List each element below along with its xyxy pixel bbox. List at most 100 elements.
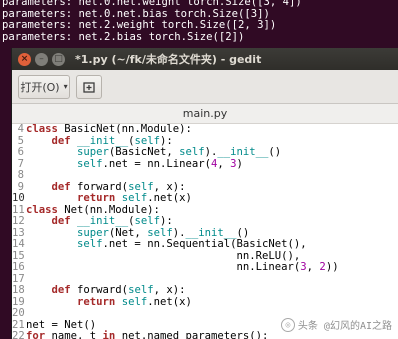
code-token: def	[51, 284, 71, 296]
code-token: return	[77, 295, 116, 308]
code-token: .net(x)	[147, 295, 192, 308]
code-text: nn.Linear(3, 2))	[26, 261, 339, 274]
code-line[interactable]: 7 self.net = nn.Linear(4, 3)	[12, 157, 398, 171]
code-token: nn.ReLU(),	[26, 249, 301, 262]
line-number: 22	[12, 330, 25, 339]
code-token: ()	[268, 146, 282, 158]
code-line[interactable]: 19 return self.net(x)	[12, 295, 398, 309]
code-token: self	[179, 146, 205, 158]
code-token: forward(	[70, 284, 129, 296]
terminal-line: parameters: net.2.bias torch.Size([2])	[2, 30, 245, 43]
code-token: , x):	[153, 180, 186, 193]
code-token: __init__	[77, 215, 129, 227]
code-token: nn.Linear(	[26, 261, 301, 273]
code-token: return	[77, 192, 116, 204]
watermark-logo-icon: ◎	[280, 317, 295, 332]
line-number: 8	[17, 169, 24, 181]
code-token: net.named_parameters():	[115, 330, 269, 339]
terminal-background: parameters: net.0.net.weight torch.Size(…	[0, 0, 398, 50]
line-number: 4	[17, 123, 24, 135]
gedit-window: × – □ *1.py (~/fk/未命名文件夹) - gedit 打开(O) …	[11, 48, 398, 339]
code-token: name, t	[45, 330, 103, 339]
code-token: ,	[217, 157, 231, 170]
code-token: self	[128, 284, 154, 296]
open-button[interactable]: 打开(O) ▾	[18, 74, 70, 99]
code-line[interactable]: 16 nn.Linear(3, 2))	[12, 261, 398, 274]
code-token: , x):	[153, 284, 186, 296]
watermark-text: 头条 @幻风的AI之路	[297, 321, 392, 332]
code-token: ()	[236, 226, 250, 239]
watermark: ◎ 头条 @幻风的AI之路	[280, 317, 392, 332]
code-token: .net = nn.Sequential(BasicNet(),	[102, 238, 307, 250]
code-editor[interactable]: 4 class BasicNet(nn.Module): 5 def __init_…	[12, 123, 398, 339]
window-titlebar[interactable]: × – □ *1.py (~/fk/未命名文件夹) - gedit	[12, 48, 398, 70]
code-token: (BasicNet,	[108, 146, 180, 158]
tab-main-py[interactable]: main.py	[183, 107, 227, 120]
terminal-line: parameters: net.2.weight torch.Size([2, …	[2, 19, 277, 31]
code-token: ).	[204, 146, 218, 158]
code-token: self	[77, 157, 103, 170]
code-token: Net(nn.Module):	[57, 203, 160, 216]
code-token: __init__	[217, 146, 269, 158]
code-token: __init__	[185, 226, 237, 239]
code-token: ))	[325, 261, 339, 273]
code-token: class	[26, 203, 58, 216]
open-button-label: 打开(O)	[20, 80, 60, 94]
code-text: for name, t in net.named_parameters():	[26, 330, 269, 339]
line-number: 10	[12, 192, 25, 204]
code-token: forward(	[70, 180, 129, 193]
code-token: in	[102, 330, 116, 339]
new-document-icon	[83, 81, 95, 93]
code-token: net = Net()	[26, 318, 97, 331]
code-line[interactable]: 22 for name, t in net.named_parameters():	[12, 330, 398, 339]
code-token: .net(x)	[147, 192, 192, 204]
code-text: self.net = nn.Linear(4, 3)	[26, 157, 243, 171]
minimize-window-button[interactable]: –	[35, 52, 48, 66]
new-document-button[interactable]	[76, 74, 102, 99]
maximize-window-button[interactable]: □	[52, 52, 65, 66]
code-token: .net = nn.Linear(	[102, 157, 211, 170]
chevron-down-icon: ▾	[63, 82, 68, 91]
maximize-icon: □	[54, 53, 63, 64]
code-token: def	[51, 215, 71, 227]
line-number: 6	[17, 146, 24, 158]
code-token: super	[77, 226, 109, 239]
code-token: BasicNet(nn.Module):	[57, 123, 192, 135]
code-token: class	[26, 123, 58, 135]
code-token: self	[134, 215, 160, 227]
line-number: 14	[12, 238, 25, 250]
code-token: def	[51, 134, 71, 147]
line-number: 12	[12, 215, 25, 227]
line-number: 20	[12, 307, 25, 319]
code-text: return self.net(x)	[26, 295, 192, 309]
code-token: (Net,	[108, 226, 148, 239]
code-token: ):	[159, 215, 173, 227]
tab-bar: main.py	[12, 104, 398, 124]
code-token: super	[77, 146, 109, 158]
close-window-button[interactable]: ×	[18, 52, 31, 66]
code-token: def	[51, 180, 71, 193]
code-token: self	[134, 134, 160, 147]
code-token: self	[147, 226, 173, 239]
code-token: ):	[159, 134, 173, 147]
code-token: self	[121, 192, 148, 204]
line-number: 16	[12, 261, 25, 273]
toolbar: 打开(O) ▾	[12, 70, 398, 104]
code-token: ,	[306, 261, 320, 273]
close-icon: ×	[20, 53, 29, 64]
code-token: self	[121, 295, 148, 308]
code-token: self	[128, 180, 154, 193]
code-token: for	[26, 330, 46, 339]
code-token: )	[236, 157, 243, 170]
code-token: self	[77, 238, 103, 250]
